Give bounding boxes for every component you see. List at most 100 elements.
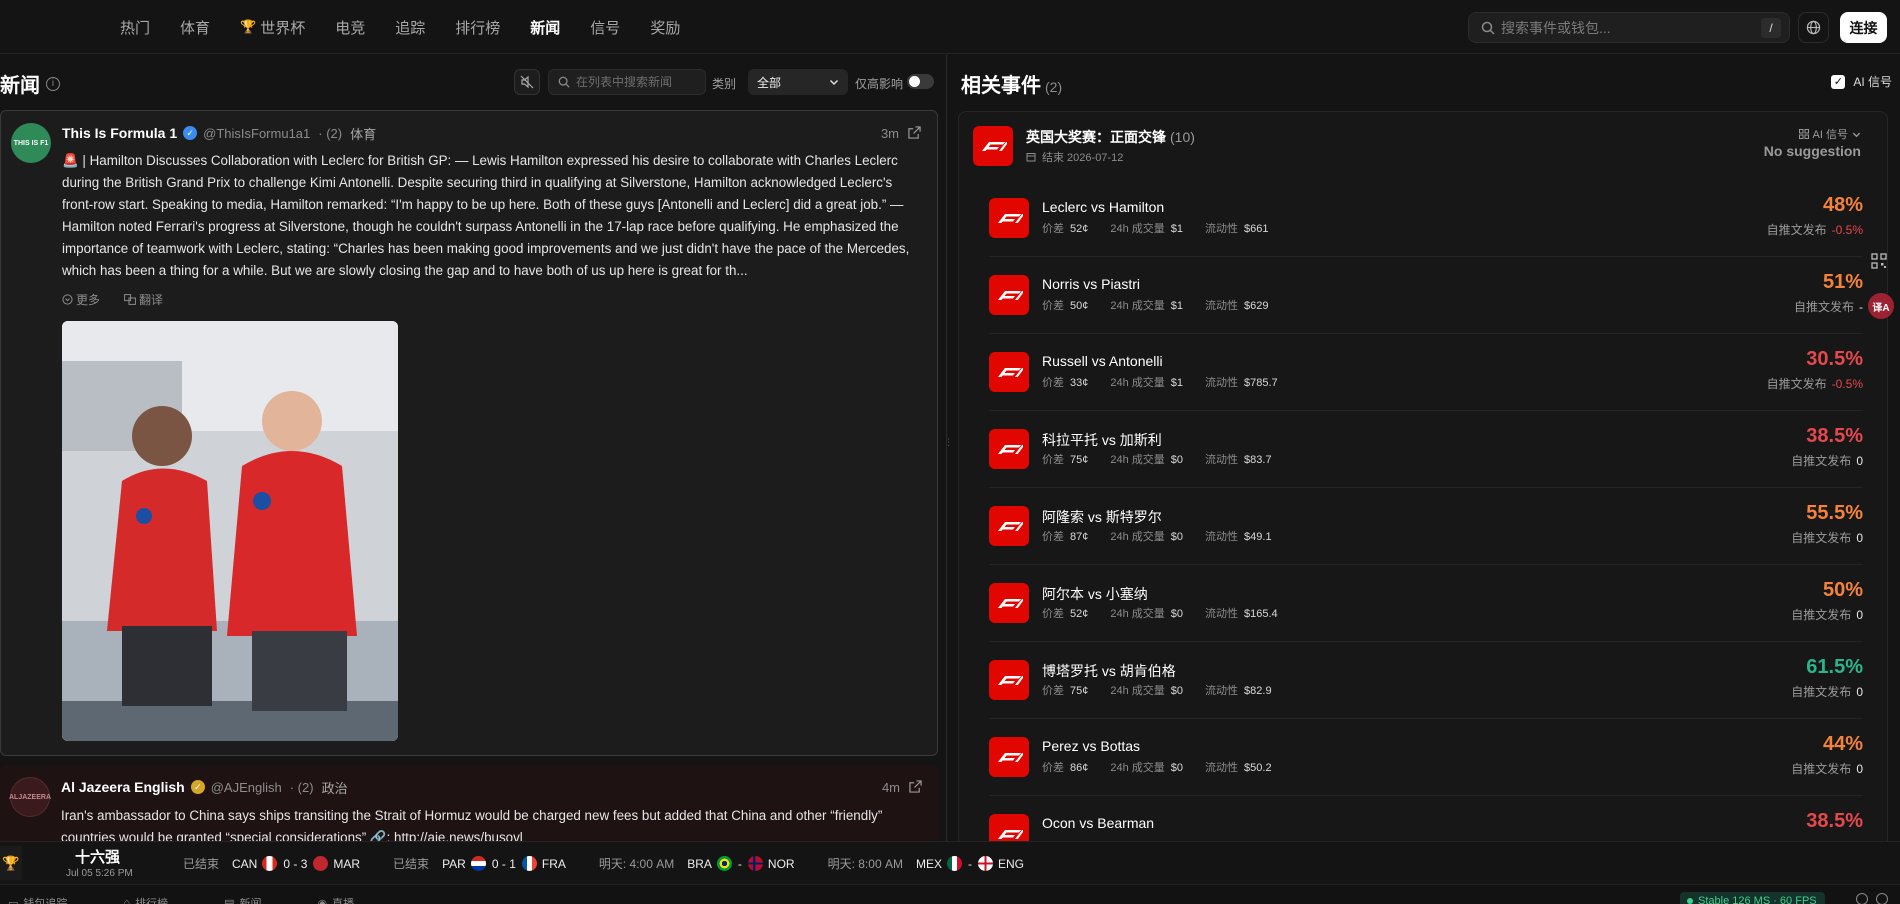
market-stats: 价差 86¢ 24h 成交量 $0 流动性 $50.2 (1042, 759, 1294, 775)
news-card[interactable]: ALJAZEERA Al Jazeera English ✓ @AJEnglis… (0, 765, 938, 841)
author-name[interactable]: This Is Formula 1 (62, 125, 177, 141)
market-name[interactable]: Norris vs Piastri (1042, 276, 1140, 292)
connect-button[interactable]: 连接 (1840, 12, 1887, 43)
market-name[interactable]: 阿尔本 vs 小塞纳 (1042, 584, 1148, 604)
market-name[interactable]: 阿隆索 vs 斯特罗尔 (1042, 507, 1162, 527)
spread-stat: 价差 75¢ (1042, 682, 1088, 698)
wallet-tracking-link[interactable]: ▭ 钱包追踪 (8, 895, 95, 904)
nav-item-leaderboard[interactable]: 排行榜 (455, 17, 500, 38)
author-name[interactable]: Al Jazeera English (61, 779, 185, 795)
market-row[interactable]: 科拉平托 vs 加斯利 价差 75¢ 24h 成交量 $0 流动性 $83.7 38.5% 自推… (989, 411, 1863, 488)
high-impact-toggle[interactable] (907, 74, 934, 89)
market-name[interactable]: Perez vs Bottas (1042, 738, 1140, 754)
translate-widget-icon[interactable]: 译A (1868, 293, 1894, 319)
translate-button[interactable]: 翻译 (124, 291, 175, 308)
checkbox-checked-icon: ✓ (1831, 74, 1846, 89)
market-row[interactable]: 阿隆索 vs 斯特罗尔 价差 87¢ 24h 成交量 $0 流动性 $49.1 55.5% 自推… (989, 488, 1863, 565)
volume-stat: 24h 成交量 $0 (1110, 682, 1183, 698)
liquidity-stat: 流动性 $165.4 (1205, 605, 1278, 621)
event-ai-signal-dropdown[interactable]: AI 信号 (1798, 126, 1861, 142)
news-image[interactable] (62, 321, 398, 741)
news-link[interactable]: ▤ 新闻 (224, 895, 289, 904)
settings-icon[interactable] (1876, 893, 1888, 904)
category-select[interactable]: 全部 (748, 69, 848, 95)
nav-item-hot[interactable]: 热门 (120, 17, 150, 38)
match-item[interactable]: 明天: 4:00 AM BRA - NOR (599, 855, 800, 872)
leaderboard-link[interactable]: ⌂ 排行榜 (123, 895, 196, 904)
news-search-input[interactable] (576, 75, 701, 89)
round-date: Jul 05 5:26 PM (66, 868, 133, 879)
event-end-date: 结束 2026-07-12 (1026, 149, 1123, 165)
page-title: 新闻 i (0, 69, 60, 98)
market-name[interactable]: 科拉平托 vs 加斯利 (1042, 430, 1162, 450)
verified-badge-icon: ✓ (183, 126, 198, 140)
market-row[interactable]: Ocon vs Bearman 38.5% (989, 796, 1863, 841)
author-handle[interactable]: @AJEnglish (211, 780, 282, 795)
search-icon (558, 76, 570, 88)
live-link[interactable]: ◉ 直播 (317, 895, 382, 904)
volume-stat: 24h 成交量 $0 (1110, 605, 1183, 621)
match-item[interactable]: 已结束 CAN 0 - 3 MAR (183, 855, 365, 872)
market-row[interactable]: 博塔罗托 vs 胡肯伯格 价差 75¢ 24h 成交量 $0 流动性 $82.9 61.5% 自… (989, 642, 1863, 719)
avatar[interactable]: THIS IS F1 (11, 123, 51, 163)
match-item[interactable]: 已结束 PAR 0 - 1 FRA (393, 855, 571, 872)
liquidity-label: 流动性 (1205, 685, 1239, 697)
market-row[interactable]: Leclerc vs Hamilton 价差 52¢ 24h 成交量 $1 流动性 $661… (989, 180, 1863, 257)
nav-item-tracking[interactable]: 追踪 (395, 17, 425, 38)
market-row[interactable]: Norris vs Piastri 价差 50¢ 24h 成交量 $1 流动性 $629 51… (989, 257, 1863, 334)
change-value: - (1859, 300, 1863, 314)
global-search[interactable]: / (1468, 12, 1790, 43)
search-icon (1481, 21, 1495, 35)
market-row[interactable]: Perez vs Bottas 价差 86¢ 24h 成交量 $0 流动性 $50.2 44%… (989, 719, 1863, 796)
nav-item-esports[interactable]: 电竞 (335, 17, 365, 38)
translate-icon (124, 294, 136, 305)
market-name[interactable]: 博塔罗托 vs 胡肯伯格 (1042, 661, 1176, 681)
spread-label: 价差 (1042, 377, 1064, 389)
nav-item-rewards[interactable]: 奖励 (650, 17, 680, 38)
language-button[interactable] (1798, 12, 1829, 43)
ai-signal-checkbox[interactable]: ✓ AI 信号 (1831, 73, 1892, 90)
volume-label: 24h 成交量 (1110, 531, 1165, 543)
news-search[interactable] (548, 69, 706, 95)
news-card[interactable]: THIS IS F1 This Is Formula 1 ✓ @ThisIsFo… (0, 110, 938, 756)
change-value: 0 (1856, 762, 1863, 776)
news-card-header: Al Jazeera English ✓ @AJEnglish · (2) 政治… (61, 777, 922, 797)
market-name[interactable]: Leclerc vs Hamilton (1042, 199, 1164, 215)
f1-logo-icon (973, 126, 1013, 166)
event-ai-label: AI 信号 (1812, 129, 1848, 141)
volume-stat: 24h 成交量 $1 (1110, 297, 1183, 313)
nav-item-news[interactable]: 新闻 (530, 17, 560, 38)
help-icon[interactable] (1856, 893, 1868, 904)
since-post-change: 自推文发布 0 (1791, 760, 1863, 777)
market-name[interactable]: Russell vs Antonelli (1042, 353, 1163, 369)
external-link-icon[interactable] (909, 780, 922, 793)
market-name[interactable]: Ocon vs Bearman (1042, 815, 1154, 831)
f1-logo-icon (989, 737, 1029, 777)
qr-code-icon[interactable] (1868, 250, 1890, 272)
search-shortcut-key: / (1761, 18, 1781, 38)
info-icon[interactable]: i (46, 76, 60, 91)
drag-handle-icon[interactable]: ⋮ (944, 438, 953, 452)
f1-logo-icon (989, 814, 1029, 841)
event-title[interactable]: 英国大奖赛：正面交锋 (10) (1026, 127, 1195, 147)
market-row[interactable]: 阿尔本 vs 小塞纳 价差 52¢ 24h 成交量 $0 流动性 $165.4 50% 自推文发… (989, 565, 1863, 642)
more-button[interactable]: 更多 (62, 291, 112, 308)
external-link-icon[interactable] (908, 126, 921, 139)
f1-logo-icon (989, 506, 1029, 546)
global-search-input[interactable] (1501, 19, 1761, 36)
since-post-change: 自推文发布 0 (1791, 529, 1863, 546)
nav-item-sports[interactable]: 体育 (180, 17, 210, 38)
market-row[interactable]: Russell vs Antonelli 价差 33¢ 24h 成交量 $1 流动性 $78… (989, 334, 1863, 411)
match-status: 已结束 (393, 857, 430, 871)
match-ticker: 🏆 十六强 Jul 05 5:26 PM 已结束 CAN 0 - 3 MAR 已… (0, 841, 1900, 884)
liquidity-value: $661 (1244, 223, 1269, 235)
nav-item-world-cup[interactable]: 🏆 世界杯 (240, 17, 305, 38)
since-post-label: 自推文发布 (1766, 223, 1827, 237)
nav-item-signals[interactable]: 信号 (590, 17, 620, 38)
spread-value: 87¢ (1070, 531, 1089, 543)
avatar[interactable]: ALJAZEERA (9, 777, 51, 817)
author-handle[interactable]: @ThisIsFormu1a1 (203, 126, 310, 141)
mute-button[interactable] (514, 69, 540, 95)
liquidity-value: $165.4 (1244, 608, 1278, 620)
match-item[interactable]: 明天: 8:00 AM MEX - ENG (828, 855, 1029, 872)
